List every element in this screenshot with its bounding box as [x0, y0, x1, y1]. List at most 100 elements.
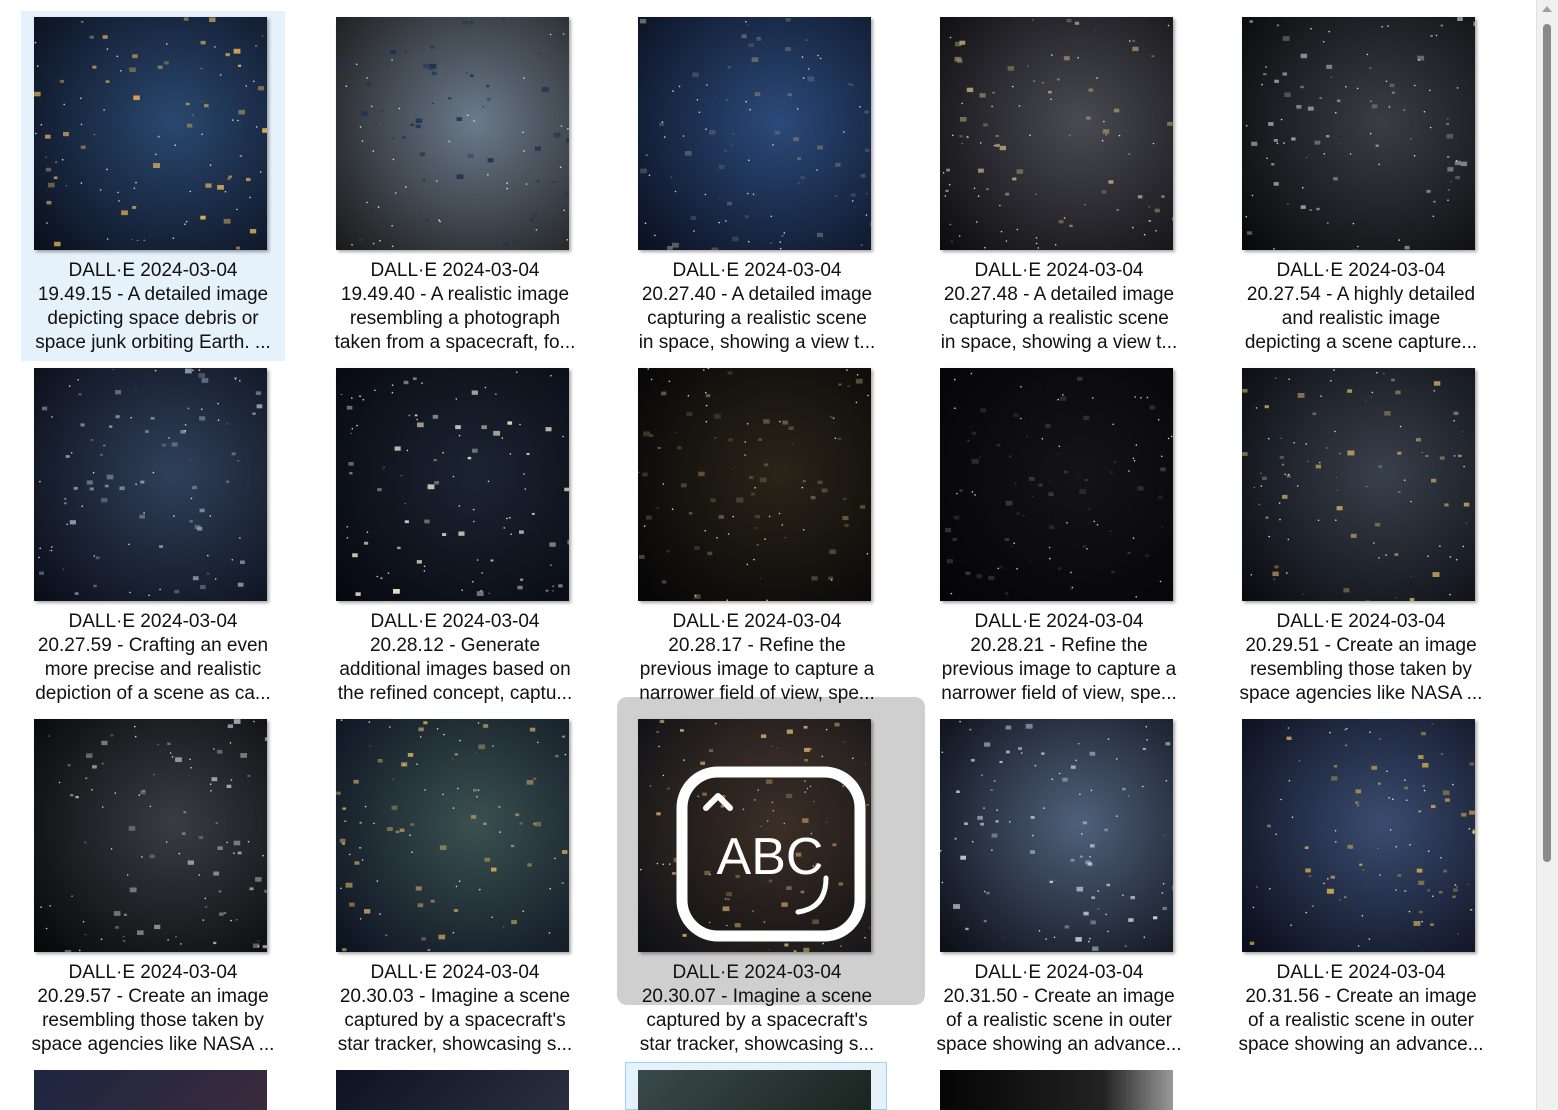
file-name: DALL·E 2024-03-04 20.31.50 - Create an im…: [927, 961, 1191, 1057]
file-name: DALL·E 2024-03-04 20.27.59 - Crafting an …: [21, 610, 285, 706]
image-thumbnail[interactable]: [336, 719, 569, 952]
file-item[interactable]: DALL·E 2024-03-04 20.28.12 - Generate addi…: [323, 362, 587, 712]
image-thumbnail[interactable]: [34, 17, 267, 250]
file-name-line1: DALL·E 2024-03-04: [68, 611, 238, 632]
file-name-line4: space showing an advance...: [1238, 1034, 1484, 1055]
file-name: DALL·E 2024-03-04 20.28.21 - Refine the pr…: [927, 610, 1191, 706]
file-item[interactable]: DALL·E 2024-03-04 20.29.57 - Create an im…: [21, 713, 285, 1063]
file-name-line4: space junk orbiting Earth. ...: [35, 332, 271, 353]
ime-label: ABC: [717, 828, 824, 886]
file-name-line2: 20.27.40 - A detailed image: [641, 284, 873, 305]
file-name-line1: DALL·E 2024-03-04: [974, 611, 1144, 632]
image-thumbnail[interactable]: [1242, 719, 1475, 952]
image-thumbnail[interactable]: [336, 368, 569, 601]
file-name-line1: DALL·E 2024-03-04: [370, 611, 540, 632]
file-item[interactable]: DALL·E 2024-03-04 20.30.03 - Imagine a sc…: [323, 713, 587, 1063]
image-thumbnail[interactable]: [638, 368, 871, 601]
file-name-line1: DALL·E 2024-03-04: [370, 260, 540, 281]
file-item[interactable]: DALL·E 2024-03-04 20.27.40 - A detailed i…: [625, 11, 889, 361]
file-name-line4: space agencies like NASA ...: [1239, 683, 1483, 704]
file-name-line2: 20.29.51 - Create an image: [1245, 635, 1477, 656]
file-name-line2: 20.30.03 - Imagine a scene: [339, 986, 571, 1007]
file-name: DALL·E 2024-03-04 20.31.56 - Create an im…: [1229, 961, 1493, 1057]
file-name-line4: space showing an advance...: [936, 1034, 1182, 1055]
file-name-line1: DALL·E 2024-03-04: [974, 962, 1144, 983]
file-name-line2: 20.31.56 - Create an image: [1245, 986, 1477, 1007]
vertical-scrollbar[interactable]: [1536, 0, 1558, 1110]
thumbnail-partial-2[interactable]: [336, 1070, 569, 1110]
file-name-line3: resembling those taken by: [1250, 659, 1472, 680]
file-name-line1: DALL·E 2024-03-04: [68, 962, 238, 983]
image-thumbnail[interactable]: [34, 719, 267, 952]
file-name: DALL·E 2024-03-04 20.28.17 - Refine the pr…: [625, 610, 889, 706]
file-item[interactable]: DALL·E 2024-03-04 19.49.40 - A realistic …: [323, 11, 587, 361]
file-item[interactable]: DALL·E 2024-03-04 19.49.15 - A detailed i…: [21, 11, 285, 361]
file-name: DALL·E 2024-03-04 20.28.12 - Generate addi…: [323, 610, 587, 706]
file-name-line3: resembling those taken by: [42, 1010, 264, 1031]
file-name-line4: taken from a spacecraft, fo...: [334, 332, 576, 353]
file-name: DALL·E 2024-03-04 20.27.40 - A detailed i…: [625, 259, 889, 355]
file-name-line4: depicting a scene capture...: [1244, 332, 1478, 353]
file-name-line3: previous image to capture a: [941, 659, 1177, 680]
thumbnail-partial-4[interactable]: [940, 1070, 1173, 1110]
image-thumbnail[interactable]: [940, 17, 1173, 250]
file-name-line1: DALL·E 2024-03-04: [1276, 611, 1446, 632]
file-name-line4: star tracker, showcasing s...: [639, 1034, 875, 1055]
file-name-line3: more precise and realistic: [44, 659, 262, 680]
file-name-line1: DALL·E 2024-03-04: [672, 962, 842, 983]
file-name: DALL·E 2024-03-04 20.30.07 - Imagine a sc…: [625, 961, 889, 1057]
file-name-line3: captured by a spacecraft's: [646, 1010, 868, 1031]
file-name-line4: narrower field of view, spe...: [639, 683, 875, 704]
file-name-line2: 20.27.54 - A highly detailed: [1246, 284, 1476, 305]
file-name-line3: and realistic image: [1281, 308, 1441, 329]
file-item[interactable]: DALL·E 2024-03-04 20.27.54 - A highly det…: [1229, 11, 1493, 361]
file-name-line3: captured by a spacecraft's: [344, 1010, 566, 1031]
image-thumbnail[interactable]: [940, 368, 1173, 601]
file-name-line2: 20.27.48 - A detailed image: [943, 284, 1175, 305]
file-name-line2: 19.49.40 - A realistic image: [340, 284, 570, 305]
file-name-line1: DALL·E 2024-03-04: [1276, 260, 1446, 281]
file-item[interactable]: DALL·E 2024-03-04 20.31.50 - Create an im…: [927, 713, 1191, 1063]
file-name-line1: DALL·E 2024-03-04: [974, 260, 1144, 281]
thumbnail-partial-3[interactable]: [638, 1070, 871, 1110]
file-name-line2: 20.30.07 - Imagine a scene: [641, 986, 873, 1007]
image-thumbnail[interactable]: [1242, 368, 1475, 601]
file-name-line3: depicting space debris or: [47, 308, 259, 329]
scroll-up-arrow-icon[interactable]: [1542, 6, 1552, 12]
file-name-line1: DALL·E 2024-03-04: [672, 260, 842, 281]
file-item[interactable]: DALL·E 2024-03-04 20.28.17 - Refine the pr…: [625, 362, 889, 712]
ime-abc-icon: ABC: [676, 766, 866, 942]
file-item[interactable]: DALL·E 2024-03-04 20.31.56 - Create an im…: [1229, 713, 1493, 1063]
file-item[interactable]: DALL·E 2024-03-04 20.28.21 - Refine the pr…: [927, 362, 1191, 712]
file-name-line2: 19.49.15 - A detailed image: [37, 284, 269, 305]
file-name-line2: 20.29.57 - Create an image: [37, 986, 269, 1007]
file-name: DALL·E 2024-03-04 20.30.03 - Imagine a sc…: [323, 961, 587, 1057]
file-item[interactable]: DALL·E 2024-03-04 20.29.51 - Create an im…: [1229, 362, 1493, 712]
thumbnail-partial-1[interactable]: [34, 1070, 267, 1110]
file-name: DALL·E 2024-03-04 19.49.15 - A detailed i…: [21, 259, 285, 355]
file-name-line2: 20.28.17 - Refine the: [668, 635, 846, 656]
file-name-line4: in space, showing a view t...: [638, 332, 876, 353]
file-name: DALL·E 2024-03-04 20.29.51 - Create an im…: [1229, 610, 1493, 706]
file-name-line3: previous image to capture a: [639, 659, 875, 680]
file-name-line3: of a realistic scene in outer: [1247, 1010, 1474, 1031]
file-name-line4: narrower field of view, spe...: [941, 683, 1177, 704]
file-name-line1: DALL·E 2024-03-04: [672, 611, 842, 632]
image-thumbnail[interactable]: [940, 719, 1173, 952]
scrollbar-thumb[interactable]: [1543, 24, 1551, 862]
image-thumbnail[interactable]: [1242, 17, 1475, 250]
file-name-line3: of a realistic scene in outer: [945, 1010, 1172, 1031]
file-name-line4: space agencies like NASA ...: [31, 1034, 275, 1055]
file-item[interactable]: DALL·E 2024-03-04 20.27.59 - Crafting an …: [21, 362, 285, 712]
image-thumbnail[interactable]: [638, 17, 871, 250]
file-name-line2: 20.28.21 - Refine the: [970, 635, 1148, 656]
file-item[interactable]: DALL·E 2024-03-04 20.27.48 - A detailed i…: [927, 11, 1191, 361]
file-name: DALL·E 2024-03-04 19.49.40 - A realistic …: [323, 259, 587, 355]
image-thumbnail[interactable]: [336, 17, 569, 250]
file-name: DALL·E 2024-03-04 20.27.48 - A detailed i…: [927, 259, 1191, 355]
image-thumbnail[interactable]: [34, 368, 267, 601]
file-name-line4: depiction of a scene as ca...: [35, 683, 271, 704]
file-name-line3: resembling a photograph: [349, 308, 561, 329]
file-explorer-grid-view: DALL·E 2024-03-04 19.49.15 - A detailed i…: [0, 0, 1536, 1110]
file-name: DALL·E 2024-03-04 20.29.57 - Create an im…: [21, 961, 285, 1057]
